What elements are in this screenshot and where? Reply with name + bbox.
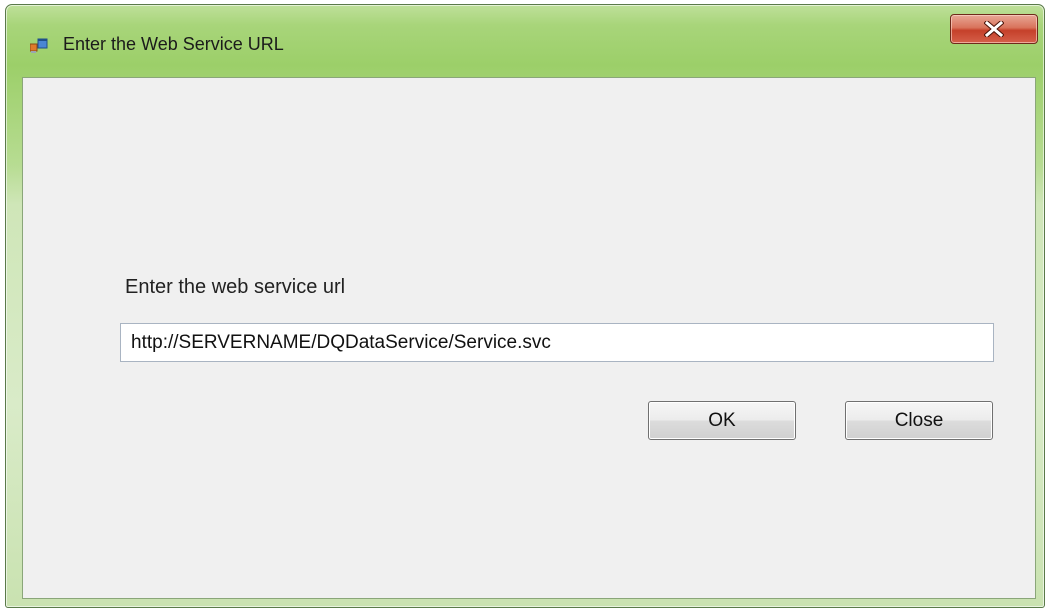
close-button[interactable]: Close (845, 401, 993, 440)
url-prompt-label: Enter the web service url (125, 276, 346, 298)
window-title: Enter the Web Service URL (63, 34, 284, 54)
close-x-icon (984, 21, 1004, 37)
title-bar[interactable]: Enter the Web Service URL (6, 5, 1044, 77)
web-service-url-input[interactable] (120, 323, 994, 362)
windows-form-icon (29, 38, 48, 54)
ok-button[interactable]: OK (648, 401, 796, 440)
dialog-window: Enter the Web Service URL Enter the web … (5, 4, 1045, 608)
dialog-client-area: Enter the web service url OK Close (22, 77, 1036, 599)
window-close-button[interactable] (950, 14, 1038, 44)
